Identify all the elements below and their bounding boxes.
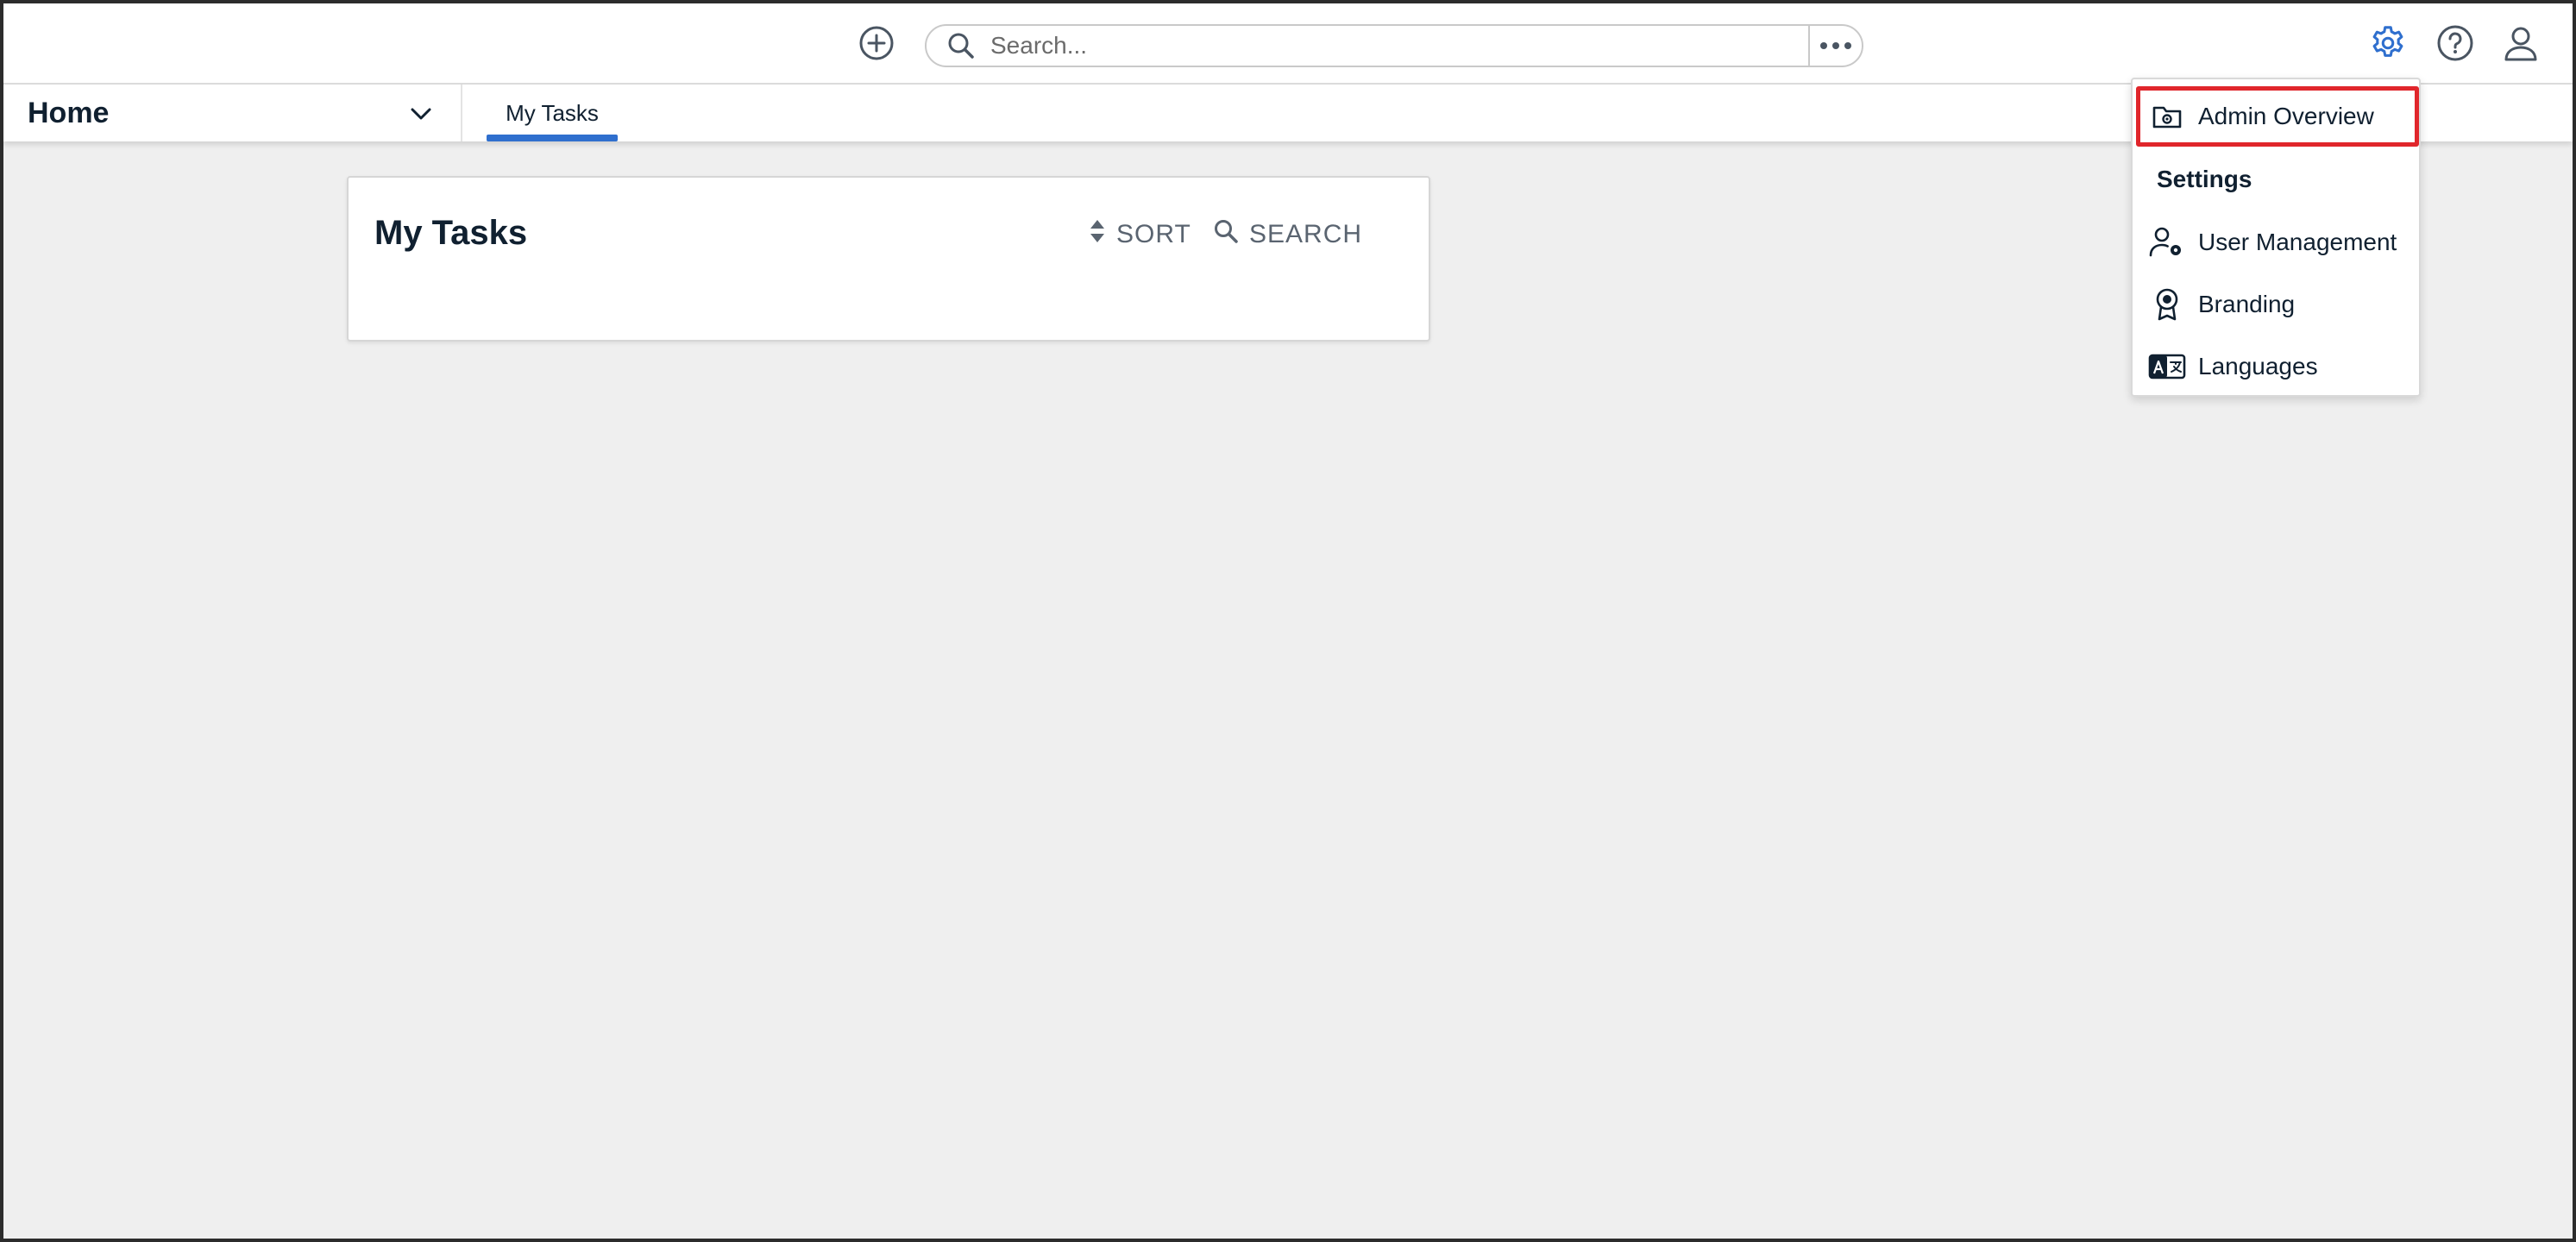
menu-item-branding[interactable]: Branding: [2133, 276, 2419, 333]
app-frame: Home My Tasks My Tasks SORT: [0, 0, 2576, 1242]
search-input[interactable]: [987, 26, 1808, 66]
menu-item-languages[interactable]: Languages: [2133, 338, 2419, 395]
add-button[interactable]: [858, 26, 895, 64]
translate-icon: [2148, 348, 2186, 386]
workspace-selector[interactable]: Home: [3, 85, 462, 141]
gear-icon: [2368, 23, 2408, 67]
user-icon: [2501, 23, 2541, 67]
card-search-button[interactable]: SEARCH: [1213, 217, 1362, 252]
sort-button[interactable]: SORT: [1089, 217, 1191, 252]
menu-item-admin-overview[interactable]: Admin Overview: [2133, 88, 2419, 145]
profile-button[interactable]: [2500, 24, 2541, 66]
settings-button[interactable]: [2367, 24, 2409, 66]
global-search: [925, 24, 1863, 67]
plus-circle-icon: [858, 24, 895, 66]
award-icon: [2148, 285, 2186, 323]
search-options-button[interactable]: [1808, 26, 1862, 66]
settings-dropdown: Admin Overview Settings User Management: [2131, 78, 2421, 397]
help-circle-icon: [2435, 23, 2475, 67]
search-icon: [927, 26, 987, 66]
settings-heading: Settings: [2157, 166, 2252, 192]
chevron-down-icon: [405, 98, 437, 129]
user-gear-icon: [2148, 223, 2186, 261]
search-icon: [1213, 218, 1239, 251]
menu-item-label: User Management: [2198, 229, 2397, 255]
menu-item-user-management[interactable]: User Management: [2133, 214, 2419, 271]
menu-item-label: Branding: [2198, 291, 2296, 317]
menu-item-label: Admin Overview: [2198, 103, 2374, 129]
search-label: SEARCH: [1249, 220, 1363, 248]
sort-icon: [1089, 217, 1106, 252]
active-tab-indicator: [487, 135, 618, 141]
my-tasks-card: My Tasks SORT SEARCH: [347, 176, 1430, 342]
tab-my-tasks[interactable]: My Tasks: [487, 85, 618, 141]
card-title: My Tasks: [374, 214, 528, 252]
workspace-label: Home: [28, 96, 110, 129]
help-button[interactable]: [2435, 24, 2476, 66]
menu-item-label: Languages: [2198, 353, 2318, 380]
folder-gear-icon: [2148, 97, 2186, 135]
sort-label: SORT: [1116, 220, 1191, 248]
top-bar: [3, 3, 2573, 85]
more-horizontal-icon: [1820, 42, 1827, 49]
